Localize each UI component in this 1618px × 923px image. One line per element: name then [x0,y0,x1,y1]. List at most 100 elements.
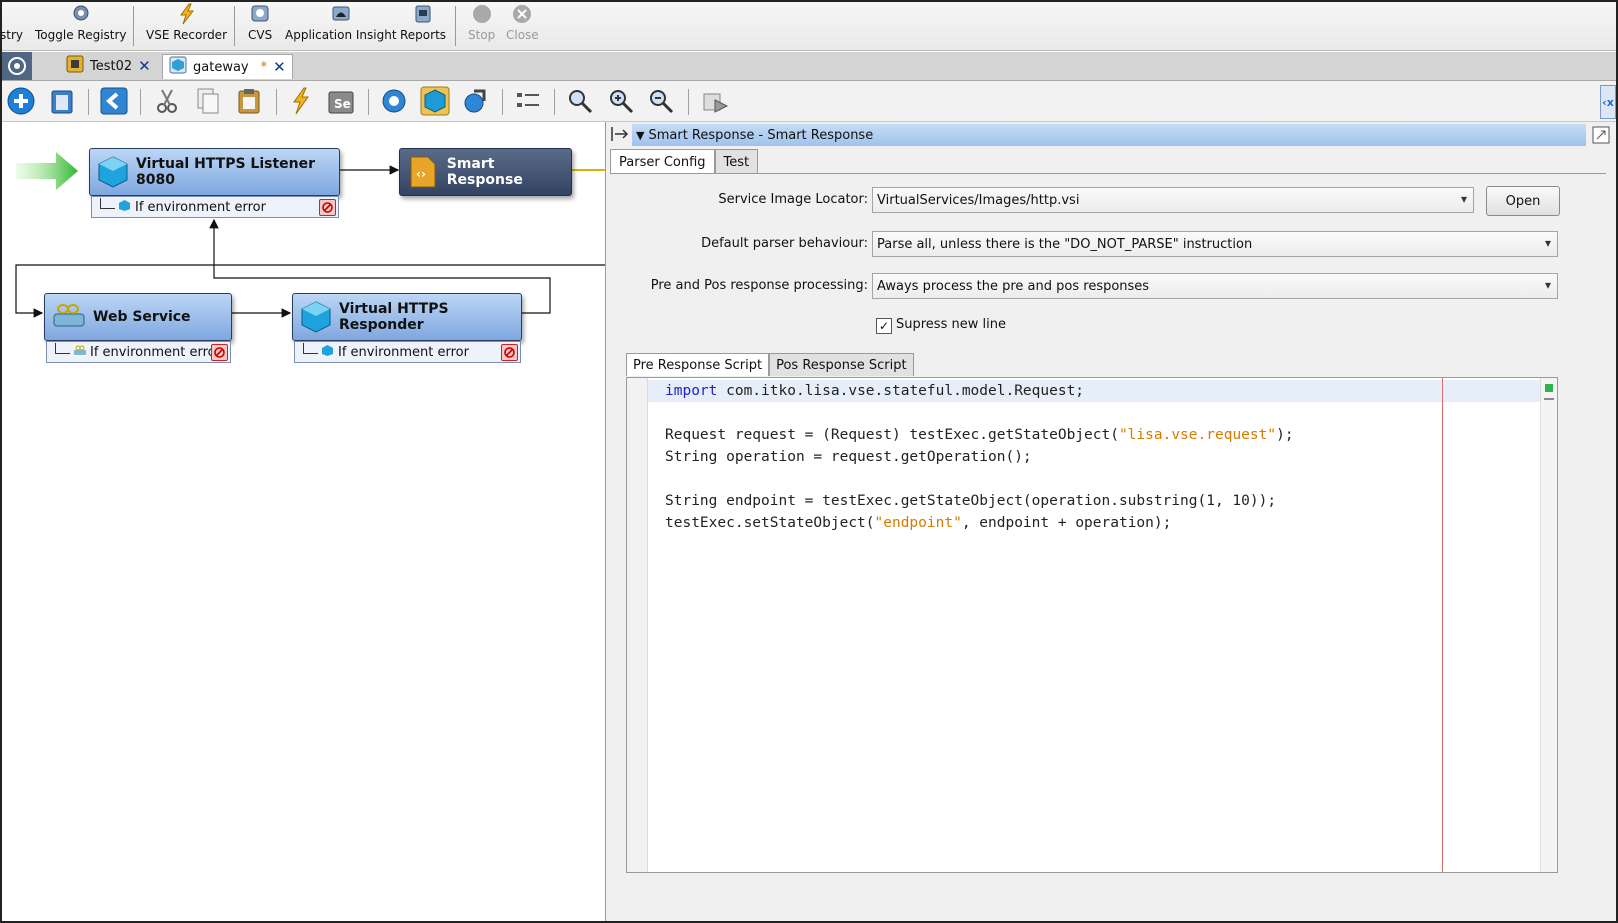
model-canvas[interactable]: Virtual HTTPS Listener 8080 If environme… [2,122,605,921]
dock-icon[interactable] [610,125,630,147]
node-smart-response[interactable]: ‹› Smart Response [399,148,572,196]
reports-button[interactable]: Reports [400,4,446,42]
step-editor-panel: ▼ Smart Response - Smart Response Parser… [605,122,1616,921]
chevron-down-icon: ▾ [1544,278,1551,292]
code-line: testExec.setStateObject("endpoint", endp… [665,512,1294,534]
modified-marker: * [260,59,268,75]
node-label: Virtual HTTPS Listener 8080 [136,156,316,188]
panel-title-bar[interactable]: ▼ Smart Response - Smart Response [632,124,1586,146]
node-error-handler[interactable]: If environment error [91,196,339,218]
tab-test[interactable]: Test [714,149,759,174]
paste-button[interactable] [234,86,264,116]
status-marker [1545,384,1553,392]
tab-test02[interactable]: Test02 ✕ [60,54,157,78]
error-icon[interactable] [211,344,228,361]
tab-parser-config[interactable]: Parser Config [610,149,715,174]
code-line: String operation = request.getOperation(… [665,446,1294,468]
node-virtual-https-responder[interactable]: Virtual HTTPS Responder [292,293,522,341]
cvs-button[interactable]: CVS [248,4,272,42]
toolbar-separator [455,6,456,46]
toolbar-separator [133,6,134,46]
virtual-service-button[interactable] [420,86,450,116]
open-button[interactable]: Open [1486,186,1560,216]
editor-tab-bar: Test02 ✕ gateway * ✕ [2,52,1616,81]
zoom-out-button[interactable] [646,86,676,116]
connector-line [303,342,318,354]
service-image-locator-value: VirtualServices/Images/http.vsi [877,192,1080,208]
node-web-service[interactable]: Web Service [44,293,232,341]
script-editor[interactable]: import com.itko.lisa.vse.stateful.model.… [626,377,1558,873]
stop-button[interactable]: Stop [468,4,495,42]
zoom-in-button[interactable] [606,86,636,116]
list-view-button[interactable] [513,86,543,116]
selenium-button[interactable]: Se [326,86,356,116]
node-error-handler[interactable]: If environment error [294,341,521,363]
application-insight-icon [331,4,351,24]
close-button[interactable]: Close [506,4,539,42]
code-text: Request request = (Request) testExec.get… [665,427,1119,443]
code-line: Request request = (Request) testExec.get… [665,424,1294,446]
default-parser-select[interactable]: Parse all, unless there is the "DO_NOT_P… [872,231,1558,257]
editor-scrollbar[interactable] [1540,378,1557,872]
error-icon[interactable] [319,199,336,216]
svg-text:Se: Se [334,97,351,111]
settings-button[interactable] [379,86,409,116]
service-image-locator-select[interactable]: VirtualServices/Images/http.vsi ▾ [872,187,1474,213]
code-text: , endpoint + operation); [961,515,1172,531]
deploy-icon [464,89,486,113]
toolbar-separator [88,89,89,115]
pre-pos-processing-select[interactable]: Aways process the pre and pos responses … [872,273,1558,299]
vse-recorder-button[interactable]: VSE Recorder [146,3,227,42]
application-insight-button[interactable]: Application Insight [285,4,397,42]
registry-icon [2,4,22,24]
deploy-button[interactable] [461,86,491,116]
right-margin-line [1442,378,1443,872]
record-button[interactable] [286,86,316,116]
cut-button[interactable] [152,86,182,116]
node-virtual-https-listener[interactable]: Virtual HTTPS Listener 8080 [89,148,340,196]
supress-new-line-checkbox[interactable]: ✓ [876,318,892,334]
chevron-down-icon: ▾ [1544,236,1551,250]
cvs-label: CVS [248,28,273,42]
tab-pre-response-script[interactable]: Pre Response Script [626,353,770,376]
tab-pos-response-script[interactable]: Pos Response Script [769,353,914,376]
registry-label: stry [0,28,23,42]
main-toolbar: stry Toggle Registry VSE Recorder CVS Ap… [2,2,1616,51]
scissors-icon [157,89,177,113]
close-icon[interactable]: ✕ [273,58,286,76]
side-panel-toggle[interactable]: ‹x [1600,85,1616,119]
code-keyword: import [665,383,718,399]
add-step-button[interactable] [6,86,36,116]
script-tabs: Pre Response Script Pos Response Script [626,353,914,376]
collapse-triangle-icon[interactable]: ▼ [636,129,644,142]
zoom-in-icon [610,90,634,114]
connector-line [55,342,70,354]
magnifier-icon [569,90,593,114]
zoom-out-icon [650,90,674,114]
project-panel-toggle[interactable] [2,52,32,80]
panel-title: Smart Response - Smart Response [648,127,874,143]
connector-line [100,197,115,209]
script-code[interactable]: import com.itko.lisa.vse.stateful.model.… [665,380,1294,534]
registry-button[interactable]: stry [0,4,23,42]
svg-text:‹›: ‹› [416,167,426,181]
tab-gateway[interactable]: gateway * ✕ [162,54,293,79]
virtual-service-icon [169,56,187,78]
clipboard-icon [238,89,260,114]
copy-button[interactable] [193,86,223,116]
zoom-button[interactable] [565,86,595,116]
export-button[interactable] [701,86,731,116]
delete-step-button[interactable] [47,86,77,116]
error-handler-label: If environment error [90,344,221,360]
pre-pos-processing-value: Aways process the pre and pos responses [877,278,1150,294]
error-icon[interactable] [501,344,518,361]
close-icon[interactable]: ✕ [138,57,151,75]
code-line: String endpoint = testExec.getStateObjec… [665,490,1294,512]
code-text: ); [1276,427,1294,443]
toggle-registry-button[interactable]: Toggle Registry [35,4,127,42]
supress-new-line-label: Supress new line [896,317,1006,332]
node-error-handler[interactable]: If environment error [46,341,231,363]
maximize-icon[interactable] [1592,126,1610,148]
back-button[interactable] [99,86,129,116]
